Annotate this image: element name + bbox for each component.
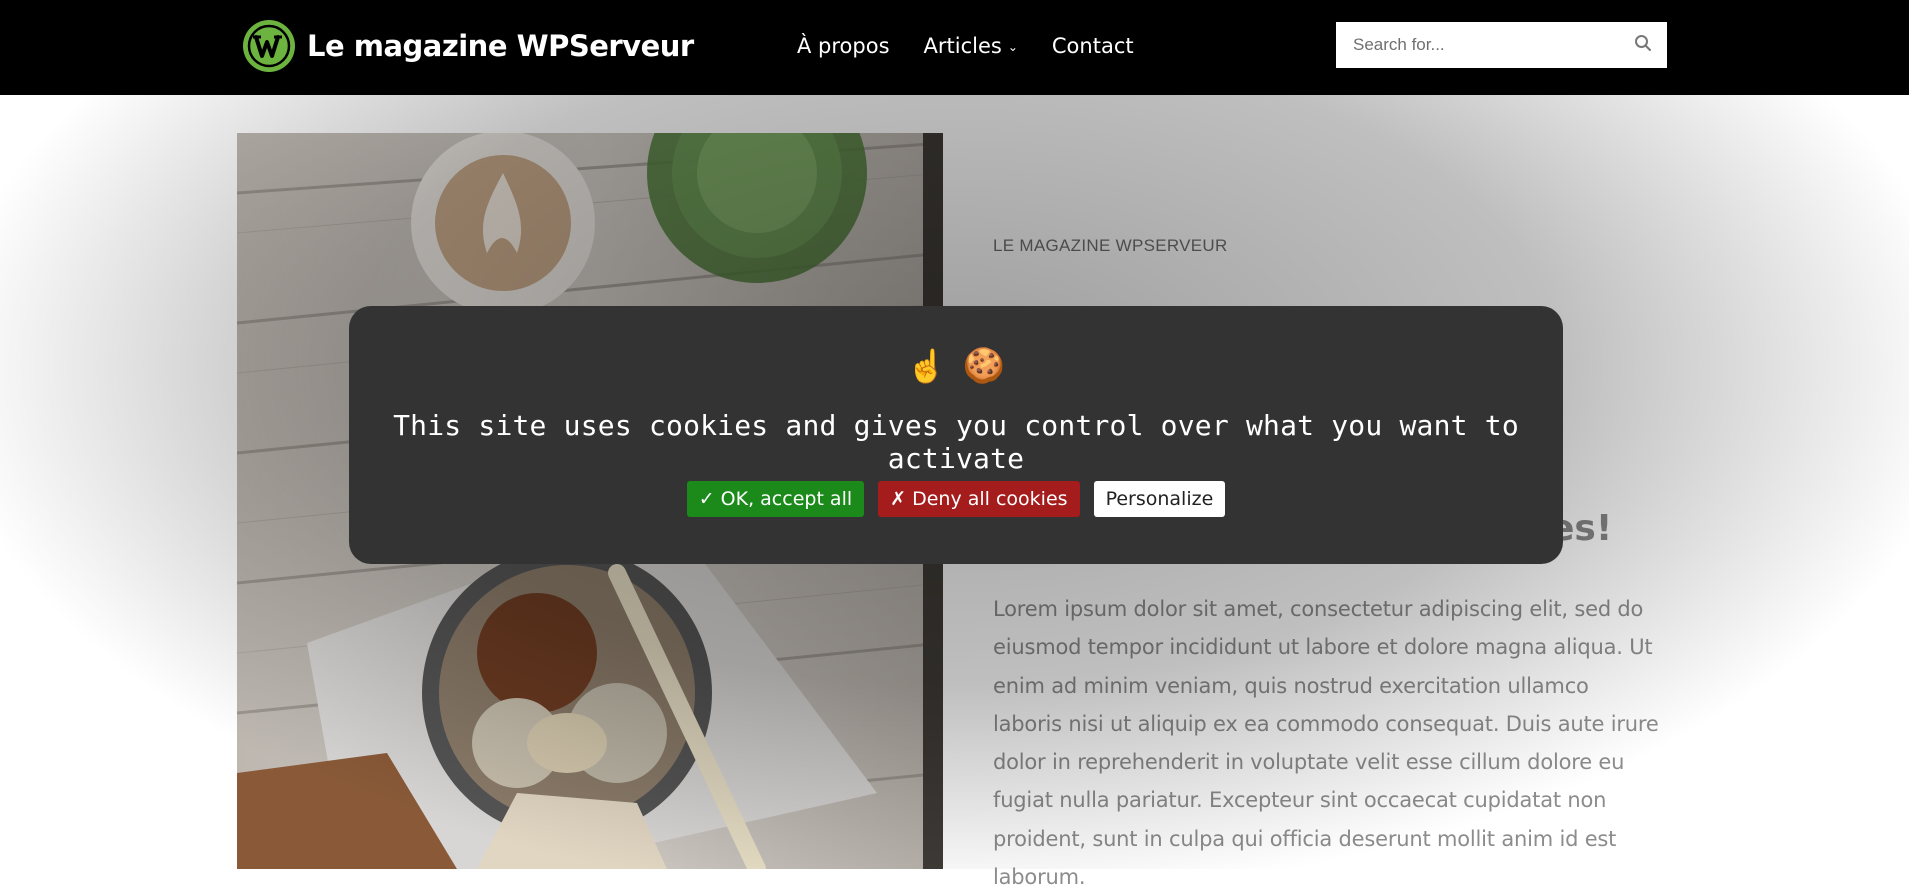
wordpress-logo-icon [243, 20, 295, 72]
site-header: Le magazine WPServeur À propos Articles … [0, 0, 1909, 95]
personalize-button[interactable]: Personalize [1093, 481, 1226, 517]
nav-item-label: Articles [923, 34, 1002, 58]
pointing-finger-icon: ☝ [906, 348, 947, 384]
nav-item-contact[interactable]: Contact [1052, 34, 1134, 58]
chevron-down-icon: ⌄ [1007, 40, 1018, 54]
cookie-emoji-row: ☝ 🍪 [349, 346, 1563, 386]
nav-item-label: Contact [1051, 34, 1134, 58]
cookie-consent-banner: ☝ 🍪 This site uses cookies and gives you… [349, 306, 1563, 564]
site-title: Le magazine WPServeur [307, 29, 694, 63]
post-category-eyebrow: LE MAGAZINE WPSERVEUR [993, 236, 1228, 255]
deny-all-button[interactable]: ✗ Deny all cookies [878, 481, 1080, 517]
nav-item-articles[interactable]: Articles ⌄ [924, 34, 1018, 58]
search-icon[interactable] [1634, 34, 1652, 57]
accept-all-button[interactable]: ✓ OK, accept all [686, 481, 865, 517]
cookie-actions: ✓ OK, accept all ✗ Deny all cookies Pers… [349, 481, 1563, 517]
post-body-text: Lorem ipsum dolor sit amet, consectetur … [993, 597, 1659, 890]
cookie-icon: 🍪 [962, 347, 1006, 385]
search-input[interactable] [1351, 34, 1621, 56]
cookie-message: This site uses cookies and gives you con… [393, 409, 1519, 475]
nav-item-a-propos[interactable]: À propos [797, 34, 890, 58]
main-nav: À propos Articles ⌄ Contact [797, 0, 1134, 92]
site-brand-link[interactable]: Le magazine WPServeur [243, 18, 694, 74]
nav-item-label: À propos [797, 34, 890, 58]
search-box [1336, 22, 1667, 68]
